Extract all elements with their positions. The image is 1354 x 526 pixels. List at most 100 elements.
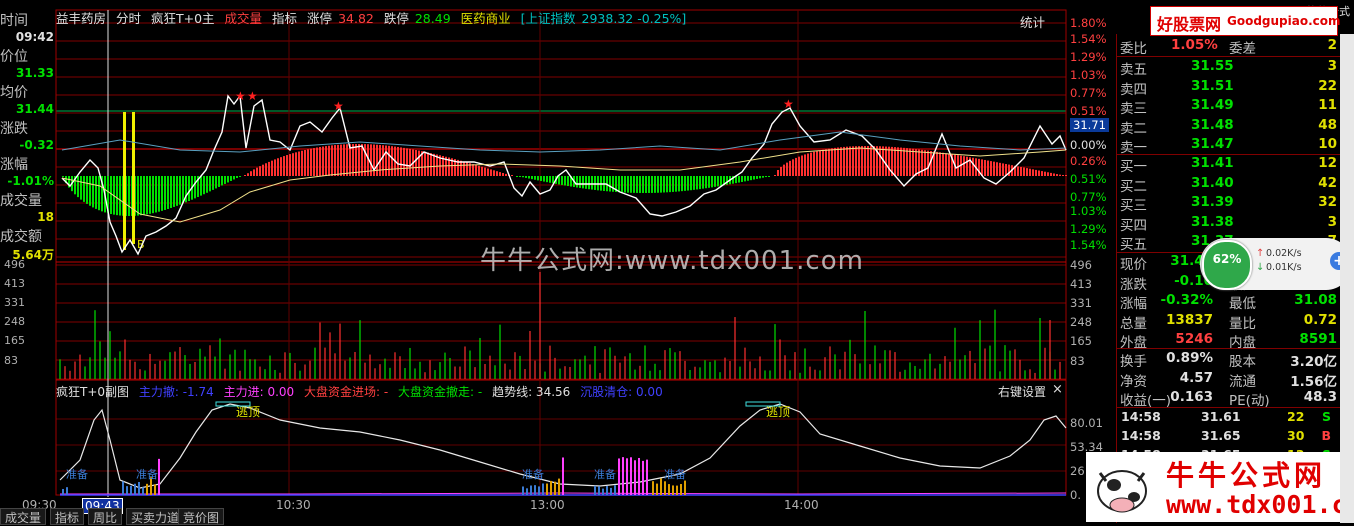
price-column (427, 152, 429, 176)
sell-volume: 22 (1318, 77, 1337, 94)
price-column (244, 175, 246, 176)
volume-axis-label: 331 (1070, 296, 1092, 310)
price-column (966, 156, 968, 176)
price-column (128, 176, 130, 216)
price-axis-label: 1.29% (1070, 50, 1107, 64)
price-column (301, 150, 303, 176)
signal-bar (526, 488, 528, 495)
price-column (594, 176, 596, 190)
volume-axis-label: 331 (4, 296, 25, 309)
price-column (945, 153, 947, 176)
tick-time: 14:58 (1121, 409, 1161, 424)
watermark: 牛牛公式网:www.tdx001.com (480, 246, 864, 276)
price-axis-label: 0.26% (1070, 154, 1107, 168)
sell-label: 卖三 (1120, 101, 1147, 117)
price-column (158, 176, 160, 212)
sell-label: 卖二 (1120, 120, 1147, 137)
avg-label: 均价 (0, 85, 28, 101)
price-column (753, 176, 755, 180)
price-column (406, 148, 408, 176)
signal-bar (562, 457, 564, 495)
tick-side: S (1321, 409, 1331, 424)
buy-label: 买二 (1120, 178, 1147, 195)
indicator-name[interactable]: 疯狂T+0副图 (56, 385, 129, 399)
price-column (95, 176, 97, 209)
buy-signal-bar (132, 112, 135, 244)
bottom-tab[interactable]: 买卖力道 (126, 508, 185, 525)
bottom-tab[interactable]: 竞价图 (178, 508, 225, 525)
sector-label[interactable]: 医药商业 (461, 11, 511, 26)
close-icon[interactable]: × (1052, 382, 1063, 397)
time-axis-label: 13:00 (530, 498, 565, 512)
limit-down-label: 跌停 (383, 11, 409, 26)
signal-bar (122, 481, 124, 495)
separator (1117, 348, 1341, 349)
signal-bar (66, 487, 68, 495)
price-column (1050, 172, 1052, 176)
price-column (591, 176, 593, 190)
price-column (546, 176, 548, 183)
limit-up-value: 34.82 (338, 11, 374, 26)
bottom-tab[interactable]: 周比 (88, 508, 123, 525)
time-value: 09:42 (15, 30, 54, 44)
price-column (627, 176, 629, 193)
price-column (304, 149, 306, 176)
stock-name[interactable]: 益丰药房 (56, 11, 106, 26)
price-axis-label: 1.29% (1070, 222, 1107, 236)
price-column (537, 176, 539, 181)
stat-value: 0.89% (1166, 350, 1213, 366)
price-column (897, 147, 899, 176)
indicator-label[interactable]: 疯狂T+0主 (151, 11, 215, 26)
price-column (505, 173, 507, 176)
signal-bar (154, 484, 156, 495)
price-column (250, 171, 252, 176)
price-column (292, 153, 294, 176)
price-column (774, 175, 776, 176)
side-scrollbar[interactable] (1340, 34, 1354, 523)
price-axis-label: 0.51% (1070, 104, 1107, 118)
price-column (265, 163, 267, 176)
price-axis-label: 0.77% (1070, 86, 1107, 100)
price-column (909, 148, 911, 176)
bottom-tab[interactable]: 成交量 (0, 508, 47, 525)
price-column (540, 176, 542, 181)
price-column (957, 155, 959, 176)
price-column (475, 164, 477, 176)
price-column (385, 145, 387, 176)
stat-label: 现价 (1120, 257, 1147, 273)
price-column (388, 145, 390, 176)
price-axis-label: 31.71 (1070, 118, 1109, 132)
signal-bar (646, 459, 648, 495)
price-column (684, 176, 686, 191)
price-column (203, 176, 205, 195)
price-column (230, 176, 232, 181)
price-column (666, 176, 668, 193)
price-column (948, 153, 950, 176)
price-axis-label: 1.54% (1070, 238, 1107, 252)
buy-price: 31.38 (1191, 213, 1234, 230)
price-column (1056, 174, 1058, 176)
ind-item-1: 主力进: 0.00 (223, 385, 295, 399)
network-speed-widget[interactable]: 62% ↑ 0.02K/s ↓ 0.01K/s + (1200, 238, 1352, 290)
price-column (561, 176, 563, 185)
price-column (660, 176, 662, 193)
price-column (1059, 174, 1061, 176)
price-column (1053, 173, 1055, 176)
index-name[interactable]: [上证指数 (521, 11, 576, 26)
price-column (430, 153, 432, 176)
price-column (337, 144, 339, 176)
mode-label[interactable]: 分时 (116, 11, 141, 26)
stats-button[interactable]: 统计 (1020, 12, 1045, 31)
volume-label[interactable]: 成交量 (225, 11, 263, 26)
signal-bar (676, 485, 678, 495)
price-column (262, 164, 264, 176)
indicator-menu[interactable]: 指标 (272, 11, 297, 26)
bottom-tab[interactable]: 指标 (50, 508, 85, 525)
price-column (397, 146, 399, 176)
price-column (352, 144, 354, 176)
price-column (179, 176, 181, 205)
price-column (331, 145, 333, 176)
volume-axis-label: 83 (1070, 354, 1085, 368)
right-click-settings[interactable]: 右键设置 (998, 383, 1046, 400)
signal-bar (656, 483, 658, 495)
